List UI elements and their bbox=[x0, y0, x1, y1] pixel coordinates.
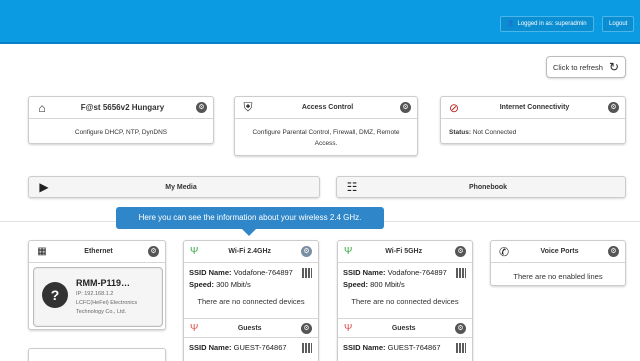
refresh-icon: ↻ bbox=[608, 60, 620, 74]
home-icon: ⌂ bbox=[38, 100, 46, 115]
router-description: Configure DHCP, NTP, DynDNS bbox=[74, 129, 168, 136]
phonebook-label: Phonebook bbox=[468, 183, 508, 191]
router-title: F@st 5656v2 Hungary bbox=[80, 103, 165, 112]
guest-ssid-value: GUEST-764867 bbox=[233, 343, 287, 352]
wifi-24ghz-settings-gear-icon[interactable]: ⚙ bbox=[301, 246, 312, 257]
ethernet-card[interactable]: ▦ Ethernet ⚙ ? RMM-P119… IP: 192.168.1.2… bbox=[28, 240, 166, 330]
ssid-value: Vodafone-764897 bbox=[233, 268, 293, 277]
wifi-5ghz-ssid-row: SSID Name: Vodafone-764897 bbox=[343, 267, 467, 279]
logout-button[interactable]: Logout bbox=[602, 16, 635, 32]
wifi-24ghz-guest-ssid-row: SSID Name: GUEST-764867 bbox=[189, 342, 313, 354]
access-control-description: Configure Parental Control, Firewall, DM… bbox=[252, 129, 400, 147]
voice-ports-title: Voice Ports bbox=[540, 248, 579, 255]
phone-icon: ✆ bbox=[498, 244, 510, 259]
guest-qr-code-icon[interactable] bbox=[456, 343, 466, 353]
wifi-24ghz-ssid-row: SSID Name: Vodafone-764897 bbox=[189, 267, 313, 279]
access-control-settings-gear-icon[interactable]: ⚙ bbox=[400, 102, 411, 113]
play-icon: ▶ bbox=[39, 180, 49, 194]
wifi-24ghz-empty-text: There are no connected devices bbox=[197, 297, 305, 306]
router-settings-gear-icon[interactable]: ⚙ bbox=[196, 102, 207, 113]
guest-antenna-icon: Ψ bbox=[190, 322, 199, 334]
refresh-label: Click to refresh bbox=[552, 62, 603, 72]
qr-code-icon[interactable] bbox=[456, 268, 466, 278]
my-media-label: My Media bbox=[165, 183, 197, 191]
wifi-5ghz-title: Wi-Fi 5GHz bbox=[385, 248, 423, 255]
device-name: RMM-P119… bbox=[76, 278, 131, 288]
voice-ports-card[interactable]: ✆ Voice Ports ⚙ There are no enabled lin… bbox=[490, 240, 626, 286]
speed-value: 300 Mbit/s bbox=[216, 280, 251, 289]
access-control-card[interactable]: ⛨ Access Control ⚙ Configure Parental Co… bbox=[234, 96, 418, 156]
ssid-value: Vodafone-764897 bbox=[387, 268, 447, 277]
speed-value: 800 Mbit/s bbox=[370, 280, 405, 289]
wifi-tooltip: Here you can see the information about y… bbox=[116, 207, 384, 236]
internet-status-value: Not Connected bbox=[472, 129, 517, 136]
user-icon: 👤 bbox=[507, 21, 515, 27]
wifi-24ghz-guests-header: Ψ Guests ⚙ bbox=[184, 318, 318, 338]
internet-connectivity-title: Internet Connectivity bbox=[499, 104, 570, 111]
access-control-title: Access Control bbox=[301, 104, 354, 111]
wifi-5ghz-speed-row: Speed: 800 Mbit/s bbox=[343, 279, 467, 291]
internet-status-row: Status: Not Connected bbox=[441, 119, 625, 146]
guest-qr-code-icon[interactable] bbox=[302, 343, 312, 353]
ethernet-device[interactable]: ? RMM-P119… IP: 192.168.1.2 LCFC(HeFei) … bbox=[33, 267, 163, 327]
wifi-antenna-icon: Ψ bbox=[190, 246, 199, 257]
guests-settings-gear-icon[interactable]: ⚙ bbox=[301, 322, 312, 334]
speed-label: Speed: bbox=[343, 280, 369, 289]
device-vendor: LCFC(HeFei) Electronics Technology Co., … bbox=[76, 300, 138, 315]
guests-title: Guests bbox=[237, 324, 262, 332]
shield-icon: ⛨ bbox=[243, 100, 253, 114]
wifi-24ghz-title: Wi-Fi 2.4GHz bbox=[228, 248, 272, 255]
wifi-5ghz-guest-ssid-row: SSID Name: GUEST-764867 bbox=[343, 342, 467, 354]
guests-title: Guests bbox=[391, 324, 416, 332]
phonebook-button[interactable]: ☷ Phonebook bbox=[336, 176, 626, 198]
voice-ports-settings-gear-icon[interactable]: ⚙ bbox=[608, 246, 619, 257]
wifi-antenna-icon: Ψ bbox=[344, 246, 353, 257]
refresh-button[interactable]: Click to refresh ↻ bbox=[546, 56, 626, 78]
guest-antenna-icon: Ψ bbox=[344, 322, 353, 334]
wifi-5ghz-empty-text: There are no connected devices bbox=[351, 297, 459, 306]
wifi-24ghz-speed-row: Speed: 300 Mbit/s bbox=[189, 279, 313, 291]
internet-connectivity-card[interactable]: ⊘ Internet Connectivity ⚙ Status: Not Co… bbox=[440, 96, 626, 144]
router-card[interactable]: ⌂ F@st 5656v2 Hungary ⚙ Configure DHCP, … bbox=[28, 96, 214, 144]
top-bar: 👤 Logged in as: superadmin Logout bbox=[0, 0, 640, 44]
contacts-icon: ☷ bbox=[346, 180, 358, 194]
device-ip: IP: 192.168.1.2 bbox=[76, 291, 114, 297]
internet-settings-gear-icon[interactable]: ⚙ bbox=[608, 102, 619, 113]
network-icon: ▦ bbox=[37, 246, 47, 257]
bottom-left-card[interactable] bbox=[28, 348, 166, 361]
globe-disconnected-icon: ⊘ bbox=[448, 100, 460, 115]
internet-status-label: Status: bbox=[449, 129, 472, 136]
ssid-label: SSID Name: bbox=[189, 268, 232, 277]
wifi-5ghz-card[interactable]: Ψ Wi-Fi 5GHz ⚙ SSID Name: Vodafone-76489… bbox=[337, 240, 473, 361]
device-details: IP: 192.168.1.2 LCFC(HeFei) Electronics … bbox=[76, 290, 160, 317]
guest-ssid-label: SSID Name: bbox=[189, 343, 232, 352]
guest-ssid-value: GUEST-764867 bbox=[387, 343, 441, 352]
guests-settings-gear-icon[interactable]: ⚙ bbox=[455, 322, 466, 334]
wifi-5ghz-guests-header: Ψ Guests ⚙ bbox=[338, 318, 472, 338]
logged-in-user-button[interactable]: 👤 Logged in as: superadmin bbox=[500, 16, 594, 32]
ethernet-title: Ethernet bbox=[84, 248, 113, 255]
wifi-24ghz-card[interactable]: Ψ Wi-Fi 2.4GHz ⚙ SSID Name: Vodafone-764… bbox=[183, 240, 319, 361]
ssid-label: SSID Name: bbox=[343, 268, 386, 277]
unknown-device-icon: ? bbox=[42, 282, 68, 308]
voice-ports-empty-text: There are no enabled lines bbox=[513, 272, 603, 281]
speed-label: Speed: bbox=[189, 280, 215, 289]
guest-ssid-label: SSID Name: bbox=[343, 343, 386, 352]
wifi-5ghz-settings-gear-icon[interactable]: ⚙ bbox=[455, 246, 466, 257]
ethernet-settings-gear-icon[interactable]: ⚙ bbox=[148, 246, 159, 257]
logged-in-label: Logged in as: superadmin bbox=[517, 21, 587, 27]
my-media-button[interactable]: ▶ My Media bbox=[28, 176, 320, 198]
qr-code-icon[interactable] bbox=[302, 268, 312, 278]
